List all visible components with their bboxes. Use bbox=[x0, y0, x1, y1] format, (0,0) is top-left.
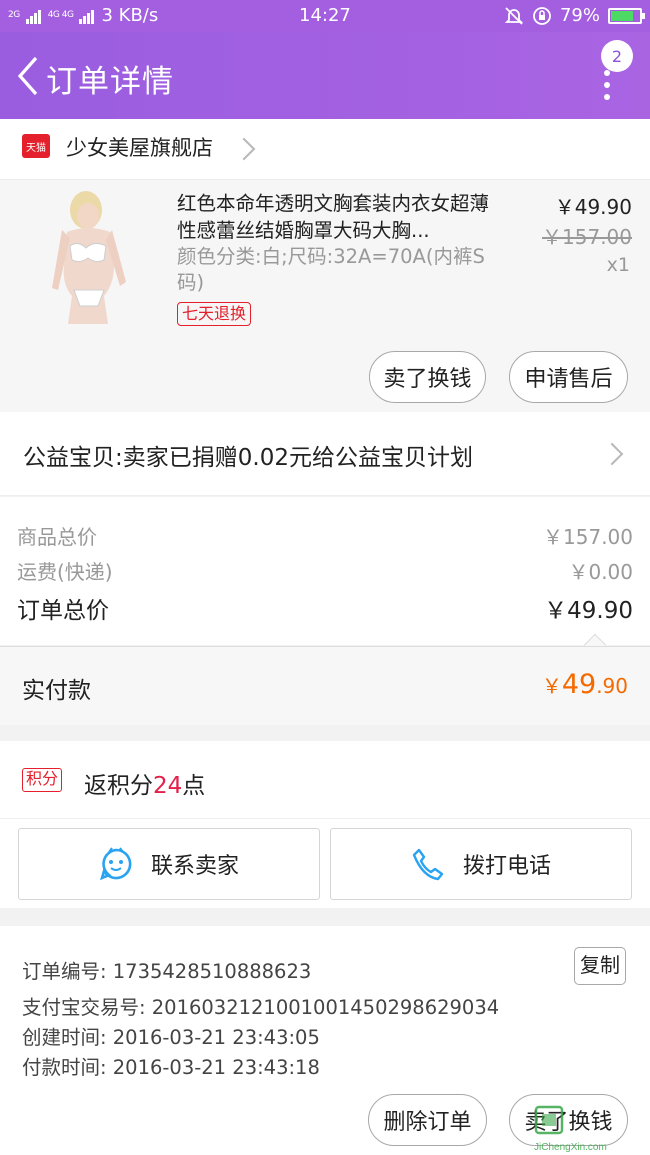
chevron-right-icon bbox=[232, 137, 256, 161]
back-arrow-icon[interactable] bbox=[14, 54, 44, 98]
order-total-row: 订单总价 ￥49.90 bbox=[17, 591, 633, 625]
points-suffix: 点 bbox=[182, 773, 206, 799]
actual-payment-amount: ￥49.90 bbox=[542, 669, 628, 700]
points-prefix: 返积分 bbox=[84, 773, 153, 799]
chat-bubble-icon bbox=[99, 847, 132, 881]
amount-integer: 49 bbox=[561, 669, 597, 700]
paid-time: 付款时间: 2016-03-21 23:43:18 bbox=[22, 1056, 320, 1079]
watermark-logo-icon: JiChengXin.com bbox=[534, 1105, 607, 1153]
more-menu-icon[interactable] bbox=[596, 70, 620, 126]
battery-icon bbox=[608, 7, 645, 24]
shop-row[interactable]: 天猫 少女美屋旗舰店 bbox=[0, 119, 650, 179]
actual-payment-label: 实付款 bbox=[22, 678, 91, 704]
contact-row: 联系卖家 拨打电话 bbox=[0, 819, 650, 908]
network-label: 4G 4G bbox=[47, 10, 74, 20]
contact-seller-label: 联系卖家 bbox=[150, 854, 239, 879]
shop-name[interactable]: 少女美屋旗舰店 bbox=[66, 132, 213, 162]
order-info: 订单编号: 1735428510888623 复制 支付宝交易号: 201603… bbox=[0, 926, 650, 1086]
product-item[interactable]: 红色本命年透明文胸套装内衣女超薄性感蕾丝结婚胸罩大码大胸... 颜色分类:白;尺… bbox=[0, 179, 650, 412]
after-sale-button[interactable]: 申请售后 bbox=[509, 351, 628, 403]
phone-icon bbox=[412, 848, 444, 881]
goods-total-value: ￥157.00 bbox=[543, 525, 633, 549]
battery-percent: 79% bbox=[559, 5, 600, 26]
rotation-lock-icon bbox=[533, 6, 551, 25]
tmall-icon: 天猫 bbox=[22, 134, 50, 158]
alipay-trade-number: 支付宝交易号: 2016032121001001450298629034 bbox=[22, 996, 500, 1019]
page-title: 订单详情 bbox=[46, 64, 174, 100]
call-phone-button[interactable]: 拨打电话 bbox=[330, 828, 632, 900]
seven-day-return-tag: 七天退换 bbox=[177, 302, 252, 326]
resell-button[interactable]: 卖了换钱 bbox=[369, 351, 486, 403]
product-price: ￥49.90 bbox=[554, 195, 632, 219]
call-phone-label: 拨打电话 bbox=[462, 854, 551, 879]
created-time: 创建时间: 2016-03-21 23:43:05 bbox=[22, 1026, 320, 1049]
shipping-label: 运费(快递) bbox=[17, 560, 113, 584]
price-summary: 商品总价 ￥157.00 运费(快递) ￥0.00 订单总价 ￥49.90 bbox=[0, 497, 650, 657]
goods-total-row: 商品总价 ￥157.00 bbox=[17, 521, 633, 550]
product-photo-icon bbox=[22, 188, 158, 324]
amount-decimal: .90 bbox=[596, 674, 628, 698]
goods-total-label: 商品总价 bbox=[17, 525, 97, 549]
product-title[interactable]: 红色本命年透明文胸套装内衣女超薄性感蕾丝结婚胸罩大码大胸... bbox=[177, 190, 507, 244]
shipping-row: 运费(快递) ￥0.00 bbox=[17, 556, 633, 585]
product-image[interactable] bbox=[22, 188, 158, 324]
shipping-value: ￥0.00 bbox=[568, 560, 633, 584]
chevron-right-icon bbox=[600, 442, 624, 466]
product-spec: 颜色分类:白;尺码:32A=70A(内裤S码) bbox=[177, 245, 485, 294]
net-speed: 3 KB/s bbox=[101, 5, 159, 26]
product-quantity: x1 bbox=[606, 254, 630, 276]
points-text: 返积分24点 bbox=[84, 766, 205, 800]
points-row: 积分 返积分24点 bbox=[0, 741, 650, 819]
site-watermark: JiChengXin.com bbox=[530, 1103, 650, 1155]
points-badge: 积分 bbox=[22, 768, 63, 792]
status-bar: 2G 4G 4G 3 KB/s 14:27 79% bbox=[0, 0, 650, 32]
message-count-badge[interactable]: 2 bbox=[601, 40, 633, 72]
mute-bell-icon bbox=[504, 6, 524, 25]
charity-text: 公益宝贝:卖家已捐赠0.02元给公益宝贝计划 bbox=[23, 445, 473, 471]
signal-icon-2 bbox=[79, 9, 95, 24]
copy-button[interactable]: 复制 bbox=[574, 947, 626, 985]
currency-symbol: ￥ bbox=[541, 674, 562, 698]
clock: 14:27 bbox=[299, 5, 351, 26]
watermark-text: JiChengXin.com bbox=[534, 1142, 607, 1153]
contact-seller-button[interactable]: 联系卖家 bbox=[18, 828, 320, 900]
signal-label: 2G bbox=[8, 10, 20, 20]
points-value: 24 bbox=[153, 773, 183, 799]
order-total-value: ￥49.90 bbox=[544, 598, 633, 624]
product-original-price: ￥157.00 bbox=[542, 225, 632, 249]
charity-row[interactable]: 公益宝贝:卖家已捐赠0.02元给公益宝贝计划 bbox=[0, 412, 650, 496]
signal-icon bbox=[25, 9, 41, 24]
delete-order-button[interactable]: 删除订单 bbox=[368, 1094, 487, 1146]
title-bar: 订单详情 2 bbox=[0, 32, 650, 119]
order-number: 订单编号: 1735428510888623 bbox=[22, 960, 312, 983]
actual-payment-row: 实付款 ￥49.90 bbox=[0, 646, 650, 725]
order-total-label: 订单总价 bbox=[17, 598, 109, 624]
